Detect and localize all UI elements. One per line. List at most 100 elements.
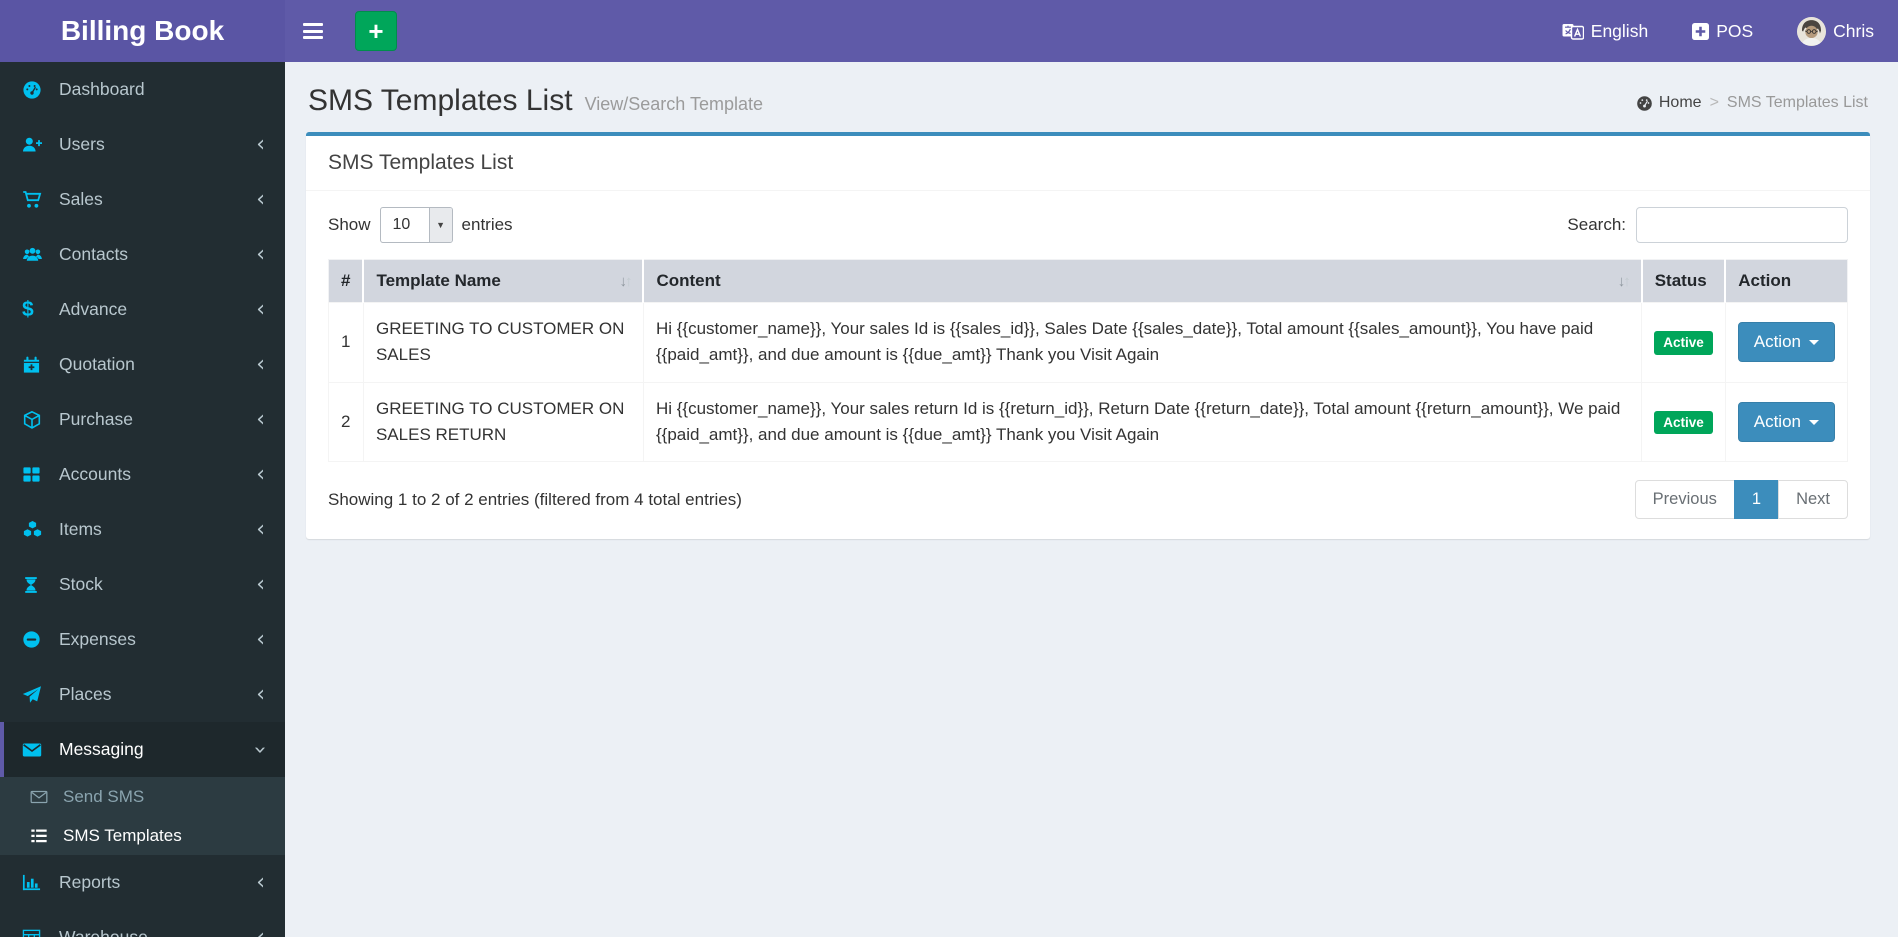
chevron-left-icon: ‹ (256, 406, 265, 432)
pos-label: POS (1716, 20, 1754, 41)
table-icon (22, 928, 48, 937)
template-name-cell: GREETING TO CUSTOMER ON SALES (362, 302, 644, 383)
chevron-down-icon: ‹ (247, 745, 273, 754)
sidebar-item-sales[interactable]: Sales ‹ (0, 172, 285, 227)
sort-icon: ↓↑ (1617, 272, 1631, 290)
sidebar-item-label: Sales (59, 189, 103, 209)
page-title: SMS Templates List (308, 84, 573, 117)
sidebar-item-label: Users (59, 134, 105, 154)
row-number: 2 (328, 381, 364, 463)
search-input[interactable] (1636, 207, 1848, 243)
column-header-status[interactable]: Status (1640, 259, 1726, 303)
page-length-select[interactable]: 10 ▼ (379, 207, 453, 243)
sidebar-item-messaging[interactable]: Messaging ‹ (0, 722, 285, 777)
paper-plane-icon (22, 685, 48, 705)
sidebar-item-label: Expenses (59, 629, 136, 649)
column-header-template-name[interactable]: Template Name ↓↑ (362, 259, 644, 303)
hourglass-icon (22, 575, 48, 595)
grid-icon (22, 465, 48, 484)
chevron-left-icon: ‹ (256, 461, 265, 487)
table-row: 1 GREETING TO CUSTOMER ON SALES Hi {{cus… (328, 302, 1849, 383)
hamburger-icon (303, 20, 323, 43)
sidebar-item-warehouse[interactable]: Warehouse ‹ (0, 910, 285, 937)
bar-chart-icon (22, 873, 48, 892)
template-content-cell: Hi {{customer_name}}, Your sales return … (642, 381, 1643, 463)
pagination: Previous 1 Next (1634, 480, 1848, 520)
sidebar-item-send-sms[interactable]: Send SMS (0, 777, 285, 816)
action-dropdown-button[interactable]: Action (1737, 322, 1835, 363)
plus-icon: + (368, 16, 384, 46)
sidebar-item-advance[interactable]: $ Advance ‹ (0, 282, 285, 337)
sidebar-item-expenses[interactable]: Expenses ‹ (0, 612, 285, 667)
breadcrumb-home-link[interactable]: Home (1636, 94, 1702, 112)
envelope-icon (22, 741, 48, 759)
users-icon (22, 245, 48, 265)
pagination-previous-button[interactable]: Previous (1634, 480, 1735, 520)
chevron-left-icon: ‹ (256, 351, 265, 377)
pagination-next-button[interactable]: Next (1778, 480, 1848, 520)
sidebar-item-label: Reports (59, 872, 121, 892)
chevron-left-icon: ‹ (256, 131, 265, 157)
language-label: English (1590, 20, 1649, 41)
sidebar-item-label: Accounts (59, 464, 131, 484)
cart-icon (22, 190, 48, 210)
chevron-left-icon: ‹ (256, 626, 265, 652)
sidebar: Dashboard Users ‹ Sales ‹ Contacts ‹ $ A… (0, 62, 285, 937)
select-arrow-icon: ▼ (428, 208, 452, 242)
chevron-left-icon: ‹ (256, 924, 265, 937)
chevron-left-icon: ‹ (256, 571, 265, 597)
avatar (1797, 16, 1827, 46)
column-header-action[interactable]: Action (1724, 259, 1848, 303)
table-info: Showing 1 to 2 of 2 entries (filtered fr… (328, 489, 742, 509)
status-badge: Active (1654, 410, 1713, 435)
column-header-content[interactable]: Content ↓↑ (642, 259, 1642, 303)
chevron-left-icon: ‹ (256, 681, 265, 707)
sms-templates-panel: SMS Templates List Show 10 ▼ entries Sea… (306, 132, 1870, 540)
sidebar-toggle-button[interactable] (285, 0, 341, 62)
messaging-submenu: Send SMS SMS Templates (0, 777, 285, 855)
sidebar-item-label: Stock (59, 574, 103, 594)
plus-square-icon (1692, 22, 1710, 40)
list-icon (30, 827, 54, 845)
sidebar-item-users[interactable]: Users ‹ (0, 117, 285, 172)
sidebar-item-stock[interactable]: Stock ‹ (0, 557, 285, 612)
sidebar-item-reports[interactable]: Reports ‹ (0, 855, 285, 910)
app-brand[interactable]: Billing Book (0, 0, 285, 62)
sidebar-item-sms-templates[interactable]: SMS Templates (0, 816, 285, 855)
quick-add-button[interactable]: + (355, 11, 397, 51)
sidebar-item-dashboard[interactable]: Dashboard (0, 62, 285, 117)
sidebar-item-label: Places (59, 684, 112, 704)
table-row: 2 GREETING TO CUSTOMER ON SALES RETURN H… (328, 381, 1849, 463)
sidebar-item-items[interactable]: Items ‹ (0, 502, 285, 557)
sidebar-item-label: Send SMS (63, 786, 145, 806)
user-plus-icon (22, 135, 48, 155)
show-label: Show (328, 215, 371, 234)
action-dropdown-button[interactable]: Action (1737, 402, 1835, 443)
cube-icon (22, 410, 48, 430)
template-content-cell: Hi {{customer_name}}, Your sales Id is {… (642, 302, 1643, 383)
sort-icon: ↓↑ (619, 272, 632, 290)
entries-label: entries (461, 215, 513, 234)
language-menu[interactable]: English (1562, 21, 1648, 42)
sidebar-item-accounts[interactable]: Accounts ‹ (0, 447, 285, 502)
search-label: Search: (1567, 215, 1626, 234)
template-name-cell: GREETING TO CUSTOMER ON SALES RETURN (362, 381, 644, 463)
cubes-icon (22, 520, 48, 540)
sidebar-item-label: Dashboard (59, 79, 145, 99)
dashboard-icon (22, 80, 48, 100)
pagination-page-1-button[interactable]: 1 (1733, 480, 1780, 520)
sidebar-item-purchase[interactable]: Purchase ‹ (0, 392, 285, 447)
chevron-left-icon: ‹ (256, 296, 265, 322)
sidebar-item-quotation[interactable]: Quotation ‹ (0, 337, 285, 392)
user-menu[interactable]: Chris (1797, 16, 1874, 46)
caret-down-icon (1809, 419, 1819, 425)
username: Chris (1833, 20, 1874, 41)
sidebar-item-contacts[interactable]: Contacts ‹ (0, 227, 285, 282)
sidebar-item-label: SMS Templates (63, 825, 182, 845)
pos-button[interactable]: POS (1692, 21, 1753, 42)
column-header-num[interactable]: # (328, 259, 364, 303)
caret-down-icon (1809, 339, 1819, 345)
calendar-plus-icon (22, 355, 48, 375)
sidebar-item-places[interactable]: Places ‹ (0, 667, 285, 722)
breadcrumb-current: SMS Templates List (1726, 94, 1868, 111)
